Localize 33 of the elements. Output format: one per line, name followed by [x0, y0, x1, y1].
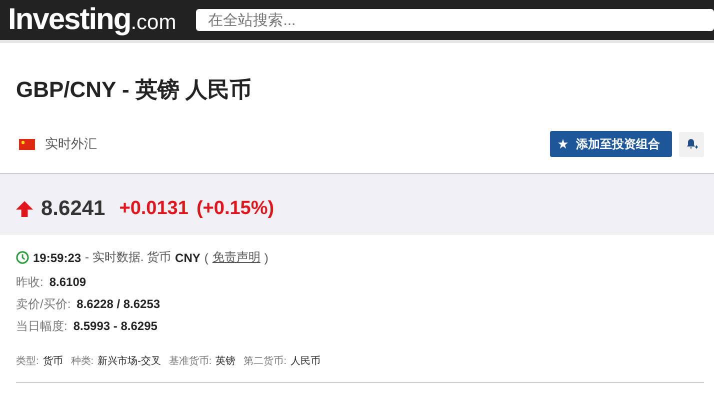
price-change: +0.0131	[119, 198, 188, 220]
disclaimer-link[interactable]: 免责声明	[212, 249, 260, 266]
search-field[interactable]: 在全站搜索...	[196, 9, 714, 31]
detail-label: 第二货币:	[244, 354, 286, 368]
detail-label: 类型:	[16, 354, 39, 368]
bell-icon	[686, 138, 698, 150]
stat-label: 卖价/买价:	[16, 296, 71, 312]
time: 19:59:23	[33, 250, 82, 264]
add-to-portfolio-button[interactable]: 添加至投资组合	[550, 131, 672, 157]
stat-label: 当日幅度:	[16, 318, 68, 334]
star-icon	[558, 139, 568, 149]
market-label: 实时外汇	[45, 135, 97, 153]
detail-value: 货币	[42, 354, 63, 368]
detail-label: 基准货币:	[168, 354, 212, 368]
stat-value: 8.6228 / 8.6253	[76, 297, 160, 311]
price: 8.6241	[41, 196, 106, 220]
paren: )	[264, 250, 268, 264]
status-text: - 实时数据. 货币	[85, 249, 172, 266]
percent-change: (+0.15%)	[196, 198, 274, 220]
logo[interactable]: Investing.com	[8, 3, 176, 37]
detail-label: 种类:	[70, 354, 94, 368]
stat-value: 8.6109	[49, 275, 86, 289]
clock-icon	[16, 251, 29, 264]
paren: (	[204, 250, 208, 264]
detail-value: 英镑	[216, 354, 236, 368]
stat-label: 昨收:	[16, 274, 44, 290]
detail-value: 新兴市场-交叉	[98, 354, 161, 368]
alert-button[interactable]	[679, 132, 704, 156]
currency: CNY	[175, 250, 200, 264]
detail-value: 人民币	[290, 354, 320, 368]
page-title: GBP/CNY - 英镑 人民币	[16, 76, 253, 104]
flag-icon	[19, 138, 35, 150]
stat-value: 8.5993 - 8.6295	[73, 319, 158, 333]
